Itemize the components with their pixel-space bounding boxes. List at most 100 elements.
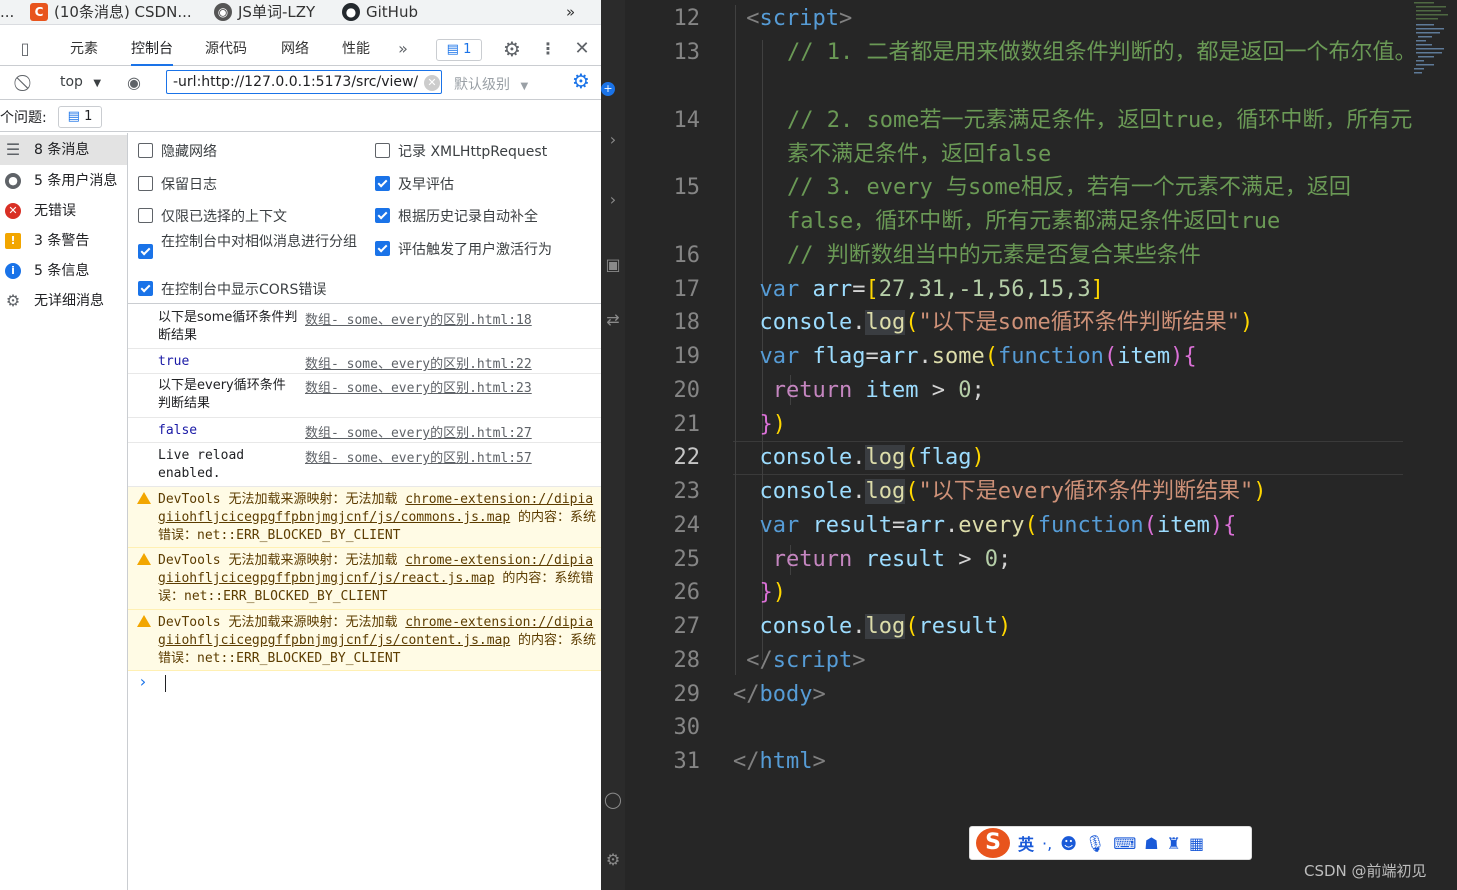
issues-counter-button[interactable]: ▤ 1	[436, 39, 482, 61]
skin-shirt-icon[interactable]: ♜	[1167, 834, 1181, 853]
issues-button[interactable]: ▤ 1	[58, 106, 102, 128]
close-icon[interactable]: ✕	[571, 38, 593, 60]
code-line-28: </script>	[746, 648, 866, 673]
text-cursor	[165, 675, 167, 692]
more-tabs-button[interactable]: »	[392, 38, 414, 60]
sidebar-item-info[interactable]: i 5 条信息	[0, 256, 127, 286]
chevron-right-icon[interactable]: ›	[601, 130, 625, 150]
extensions-icon[interactable]: ▣	[601, 255, 625, 275]
setting-selected-context-only[interactable]: 仅限已选择的上下文	[138, 206, 287, 226]
checkbox[interactable]	[375, 143, 390, 158]
code-line-29: </body>	[733, 682, 826, 707]
tab-performance[interactable]: 性能	[342, 34, 370, 64]
device-toggle-icon[interactable]: ▯	[14, 38, 36, 60]
setting-show-cors-errors[interactable]: 在控制台中显示CORS错误	[138, 279, 326, 299]
minimap[interactable]	[1412, 0, 1457, 80]
emoji-icon[interactable]: ☻	[1060, 834, 1077, 853]
more-options-icon[interactable]: ⋮	[537, 38, 559, 60]
sidebar-item-verbose[interactable]: ⚙ 无详细消息	[0, 286, 127, 316]
tab-sources[interactable]: 源代码	[205, 34, 247, 64]
console-message: 以下是every循环条件判断结果 数组- some、every的区别.html:…	[128, 374, 601, 418]
setting-autocomplete-history[interactable]: 根据历史记录自动补全	[375, 206, 538, 226]
sidebar-item-warnings[interactable]: ! 3 条警告	[0, 226, 127, 256]
checkbox[interactable]	[375, 208, 390, 223]
context-selector[interactable]: top ▼	[60, 74, 101, 90]
bookmark-csdn[interactable]: C (10条消息) CSDN...	[30, 2, 192, 22]
message-icon: ▤	[446, 42, 459, 57]
console-filter-input[interactable]	[166, 70, 442, 94]
line-number: 20	[673, 378, 701, 403]
console-prompt[interactable]: ›	[138, 672, 598, 696]
prompt-chevron-icon: ›	[138, 672, 148, 691]
toolbox-grid-icon[interactable]: ▦	[1189, 834, 1204, 853]
checkbox[interactable]	[138, 176, 153, 191]
line-number-current: 22	[673, 445, 701, 470]
sidebar-item-errors[interactable]: ✕ 无错误	[0, 196, 127, 226]
checkbox[interactable]	[375, 241, 390, 256]
remote-icon[interactable]: ⇄	[601, 310, 625, 330]
bookmark-js-words[interactable]: ◉ JS单词-LZY	[214, 2, 315, 22]
tab-console[interactable]: 控制台	[131, 34, 173, 66]
ime-toolbar[interactable]: S 英 ·, ☻ 🎙 ⌨ ☗ ♜ ▦	[969, 826, 1252, 860]
user-lock-icon[interactable]: ☗	[1144, 834, 1158, 853]
warning-icon	[137, 615, 151, 627]
code-line-13: // 1. 二者都是用来做数组条件判断的，都是返回一个布尔值。	[787, 40, 1417, 65]
setting-log-xhr[interactable]: 记录 XMLHttpRequest	[375, 141, 547, 161]
checkbox[interactable]	[138, 281, 153, 296]
tab-elements[interactable]: 元素	[70, 34, 98, 64]
line-number: 29	[673, 682, 701, 707]
microphone-icon[interactable]: 🎙	[1085, 834, 1105, 853]
checkbox[interactable]	[138, 143, 153, 158]
setting-eager-evaluation[interactable]: 及早评估	[375, 174, 454, 194]
console-settings-gear-icon[interactable]: ⚙	[570, 70, 592, 92]
checkbox[interactable]	[138, 208, 153, 223]
source-link[interactable]: 数组- some、every的区别.html:18	[305, 309, 532, 328]
code-line-15: // 3. every 与some相反，若有一个元素不满足，返回false，循环…	[787, 175, 1351, 234]
setting-preserve-log[interactable]: 保留日志	[138, 174, 217, 194]
console-warning: DevTools 无法加载来源映射：无法加载 chrome-extension:…	[128, 548, 601, 610]
warning-icon	[137, 492, 151, 504]
settings-gear-icon[interactable]: ⚙	[501, 38, 523, 60]
bookmark-github[interactable]: ● GitHub	[342, 2, 418, 22]
issues-count: 1	[463, 42, 472, 57]
source-link[interactable]: 数组- some、every的区别.html:27	[305, 422, 532, 441]
setting-user-activation-eval[interactable]: 评估触发了用户激活行为	[375, 239, 552, 259]
log-levels-selector[interactable]: 默认级别 ▼	[454, 74, 528, 94]
setting-hide-network[interactable]: 隐藏网络	[138, 141, 217, 161]
code-editor[interactable]: 12 13 14 15 16 17 18 19 20 21 22 23 24 2…	[625, 0, 1457, 890]
globe-icon: ◉	[214, 3, 232, 21]
issues-label: 个问题:	[0, 110, 47, 126]
sidebar-item-all-messages[interactable]: ☰ 8 条消息	[0, 135, 127, 165]
source-link[interactable]: 数组- some、every的区别.html:22	[305, 353, 532, 372]
plus-icon[interactable]: +	[601, 82, 615, 96]
setting-group-similar[interactable]: 在控制台中对相似消息进行分组	[138, 233, 363, 259]
line-number: 14	[673, 108, 701, 133]
code-line-19: var flag=arr.some(function(item){	[759, 344, 1197, 369]
bookmarks-bar: ... C (10条消息) CSDN... ◉ JS单词-LZY ● GitHu…	[0, 0, 601, 25]
source-link[interactable]: 数组- some、every的区别.html:57	[305, 447, 532, 466]
checkbox[interactable]	[375, 176, 390, 191]
ime-punct-toggle[interactable]: ·,	[1042, 834, 1052, 853]
bookmark-overflow-right[interactable]: »	[566, 2, 575, 22]
code-line-16: // 判断数组当中的元素是否复合某些条件	[787, 243, 1201, 268]
issues-bar: 个问题: ▤ 1	[0, 101, 601, 132]
devtools-tab-bar: ▯ 元素 控制台 源代码 网络 性能 » ▤ 1 ⚙ ⋮ ✕	[0, 34, 601, 66]
bookmark-overflow-left[interactable]: ...	[0, 2, 14, 22]
checkbox[interactable]	[138, 244, 153, 259]
clear-console-icon[interactable]: ⃠	[15, 72, 37, 94]
watermark: CSDN @前端初见	[1304, 862, 1427, 880]
list-icon: ☰	[5, 140, 21, 159]
source-link[interactable]: 数组- some、every的区别.html:23	[305, 377, 532, 396]
tab-network[interactable]: 网络	[281, 34, 309, 64]
clear-filter-icon[interactable]: ✕	[424, 75, 440, 91]
line-number: 28	[673, 648, 701, 673]
manage-gear-icon[interactable]: ⚙	[601, 850, 625, 870]
live-expression-eye-icon[interactable]: ◉	[123, 72, 145, 94]
keyboard-icon[interactable]: ⌨	[1113, 834, 1136, 853]
devtools-panel: ... C (10条消息) CSDN... ◉ JS单词-LZY ● GitHu…	[0, 0, 601, 890]
ime-lang-toggle[interactable]: 英	[1018, 831, 1034, 855]
account-icon[interactable]: ◯	[601, 790, 625, 810]
sidebar-item-user-messages[interactable]: ● 5 条用户消息	[0, 166, 127, 196]
chevron-right-icon[interactable]: ›	[601, 190, 625, 210]
line-number: 30	[673, 715, 701, 740]
